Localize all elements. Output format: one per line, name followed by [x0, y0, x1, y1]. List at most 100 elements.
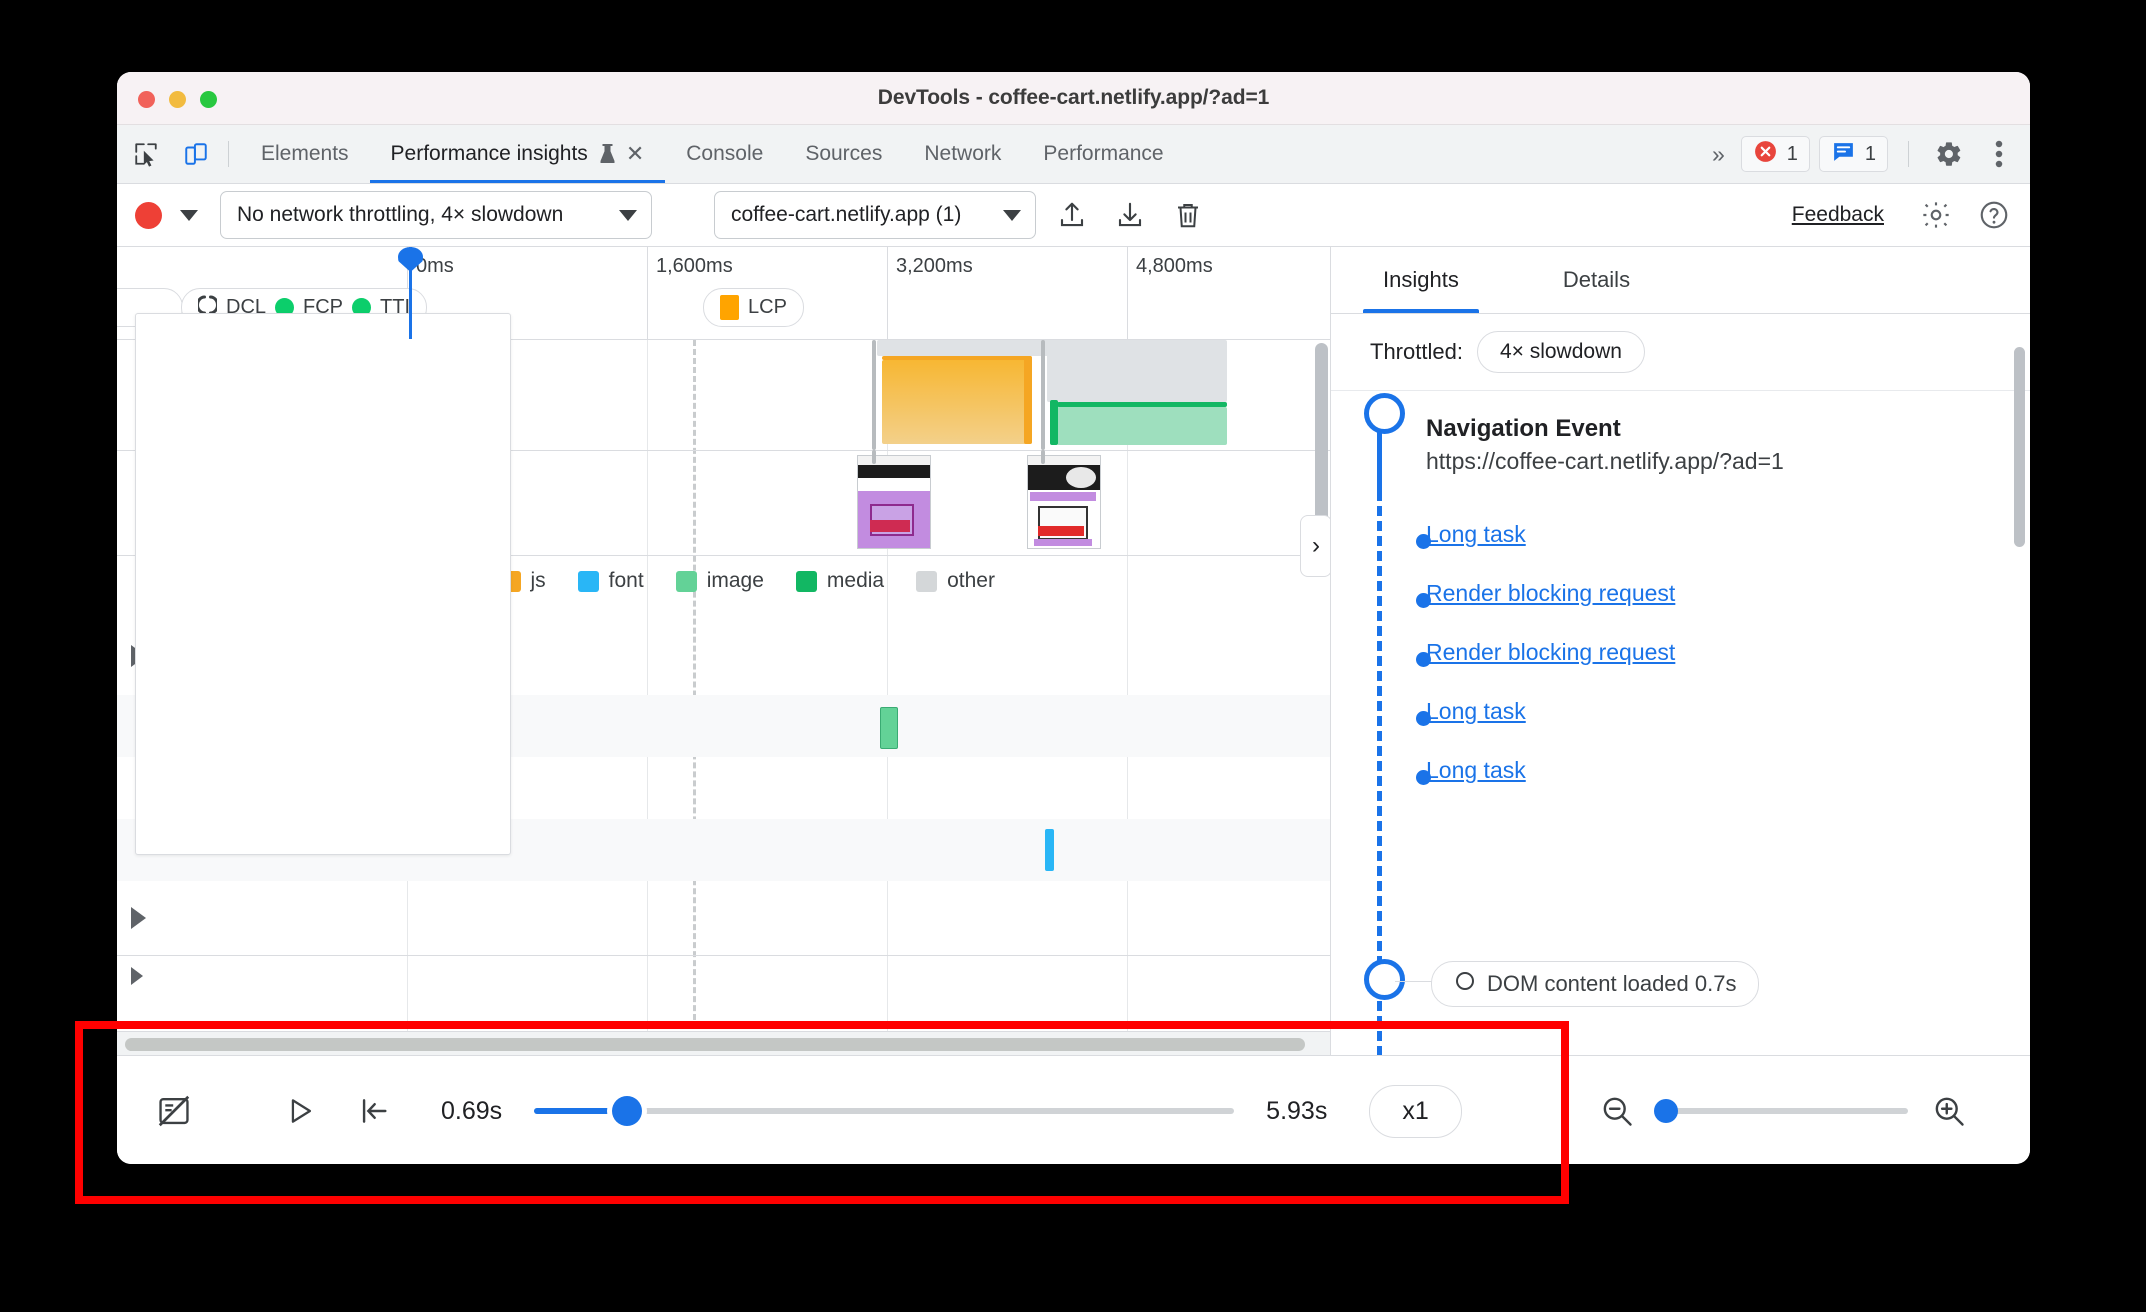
settings-gear-icon[interactable] — [1914, 193, 1958, 237]
legend-label-other: other — [947, 569, 995, 592]
tab-performance-insights[interactable]: Performance insights ✕ — [369, 125, 666, 183]
tab-insights[interactable]: Insights — [1331, 247, 1511, 313]
dom-content-loaded-pill[interactable]: DOM content loaded 0.7s — [1431, 961, 1760, 1007]
info-message-icon — [1831, 139, 1856, 169]
play-button[interactable] — [273, 1084, 327, 1138]
more-tabs-chevron-icon[interactable]: » — [1696, 141, 1741, 168]
screenshot-toggle-icon[interactable] — [147, 1084, 201, 1138]
devtools-window: DevTools - coffee-cart.netlify.app/?ad=1… — [117, 72, 2030, 1164]
experiment-beaker-icon — [598, 143, 615, 165]
insight-link-long-task-2[interactable]: Long task — [1426, 698, 2030, 725]
insights-sidebar: Insights Details Throttled: 4× slowdown … — [1331, 247, 2030, 1055]
reset-to-start-button[interactable] — [347, 1084, 401, 1138]
throttling-select[interactable]: No network throttling, 4× slowdown — [220, 191, 652, 239]
upload-profile-button[interactable] — [1050, 193, 1094, 237]
lcp-square-icon — [720, 295, 739, 320]
timeline-playhead[interactable] — [398, 247, 423, 339]
zoom-in-icon[interactable] — [1922, 1084, 1976, 1138]
event-block-font[interactable] — [1045, 829, 1054, 871]
window-title: DevTools - coffee-cart.netlify.app/?ad=1 — [877, 86, 1270, 109]
marker-label-lcp: LCP — [748, 296, 787, 318]
tab-console[interactable]: Console — [665, 125, 784, 183]
tab-network[interactable]: Network — [903, 125, 1022, 183]
tabbar-right-group: » 1 1 — [1696, 133, 2030, 175]
timeline-tooltip-overlay — [135, 313, 511, 855]
expand-track-icon[interactable] — [131, 967, 143, 985]
navigation-event-title: Navigation Event — [1426, 415, 1621, 442]
performance-toolbar: No network throttling, 4× slowdown coffe… — [117, 184, 2030, 247]
screenshot-root: DevTools - coffee-cart.netlify.app/?ad=1… — [0, 0, 2146, 1312]
tab-insights-label: Insights — [1383, 267, 1459, 292]
insight-link-render-blocking-1[interactable]: Render blocking request — [1426, 580, 2030, 607]
time-range-slider[interactable] — [534, 1084, 1235, 1138]
message-count-badge[interactable]: 1 — [1818, 136, 1888, 172]
download-profile-button[interactable] — [1108, 193, 1152, 237]
record-options-chevron-icon[interactable] — [180, 209, 198, 221]
sidebar-vertical-scrollbar[interactable] — [2014, 347, 2025, 547]
tab-details[interactable]: Details — [1511, 247, 1682, 313]
window-titlebar: DevTools - coffee-cart.netlify.app/?ad=1 — [117, 72, 2030, 125]
timeline-horizontal-scrollbar[interactable] — [117, 1031, 1330, 1055]
tab-elements[interactable]: Elements — [240, 125, 370, 183]
tab-performance[interactable]: Performance — [1022, 125, 1184, 183]
chevron-down-icon — [619, 209, 637, 221]
legend-swatch-other — [916, 570, 938, 592]
devtools-tabbar: Elements Performance insights ✕ Console … — [117, 125, 2030, 184]
ruler-tick-3200: 3,200ms — [896, 255, 973, 277]
track-row-extra — [117, 955, 1330, 1005]
trace-select[interactable]: coffee-cart.netlify.app (1) — [714, 191, 1036, 239]
playback-speed-button[interactable]: x1 — [1369, 1084, 1462, 1138]
legend-label-media: media — [826, 569, 885, 592]
insight-link-long-task-1[interactable]: Long task — [1426, 521, 2030, 548]
zoom-slider-knob[interactable] — [1653, 1099, 1678, 1123]
sidebar-collapse-handle[interactable]: › — [1300, 515, 1330, 577]
toolbar-divider — [228, 141, 229, 167]
filmstrip-thumbnail[interactable] — [857, 455, 931, 549]
zoom-slider-track[interactable] — [1653, 1099, 1908, 1123]
filmstrip-thumbnail[interactable] — [1027, 455, 1101, 549]
legend-label-js: js — [530, 569, 546, 592]
record-button[interactable] — [135, 201, 162, 229]
error-count-badge[interactable]: 1 — [1740, 136, 1810, 172]
tab-performance-label: Performance — [1043, 142, 1164, 165]
start-time-label: 0.69s — [441, 1096, 503, 1125]
tab-sources[interactable]: Sources — [784, 125, 903, 183]
timeline-pane[interactable]: 0ms 1,600ms 3,200ms 4,800ms DCL FCP TTI … — [117, 247, 1331, 1055]
help-icon[interactable] — [1972, 193, 2016, 237]
time-slider-knob[interactable] — [612, 1096, 643, 1126]
navigation-event-url: https://coffee-cart.netlify.app/?ad=1 — [1426, 448, 1784, 474]
tab-performance-insights-label: Performance insights — [390, 142, 588, 165]
marker-pill-lcp[interactable]: LCP — [703, 288, 804, 327]
tab-elements-label: Elements — [261, 142, 349, 165]
playback-control-bar: 0.69s 5.93s x1 — [117, 1055, 2030, 1164]
scrollbar-thumb[interactable] — [125, 1038, 1305, 1051]
insight-link-render-blocking-2[interactable]: Render blocking request — [1426, 639, 2030, 666]
legend-swatch-image — [675, 570, 697, 592]
chevron-down-icon — [1003, 209, 1021, 221]
tab-close-icon[interactable]: ✕ — [626, 141, 644, 167]
error-count-value: 1 — [1786, 142, 1798, 165]
insight-link-long-task-3[interactable]: Long task — [1426, 757, 2030, 784]
zoom-slider[interactable] — [1653, 1084, 1908, 1138]
timeline-vertical-scrollbar[interactable] — [1315, 343, 1328, 523]
inspect-element-icon[interactable] — [125, 133, 167, 175]
tab-console-label: Console — [686, 142, 764, 165]
error-icon — [1753, 139, 1778, 169]
zoom-out-icon[interactable] — [1590, 1084, 1644, 1138]
tab-details-label: Details — [1562, 267, 1631, 292]
secondary-thread-track[interactable] — [117, 881, 1330, 956]
time-slider-track[interactable] — [534, 1096, 1235, 1126]
expand-track-icon[interactable] — [131, 907, 146, 929]
more-options-icon[interactable] — [1978, 133, 2020, 175]
event-block-image[interactable] — [880, 707, 898, 749]
main-split: 0ms 1,600ms 3,200ms 4,800ms DCL FCP TTI … — [117, 247, 2030, 1055]
legend-label-image: image — [706, 569, 764, 592]
ruler-tick-4800: 4,800ms — [1136, 255, 1213, 277]
throttling-value: No network throttling, 4× slowdown — [237, 203, 564, 226]
feedback-link[interactable]: Feedback — [1792, 203, 1884, 227]
legend-swatch-media — [795, 570, 817, 592]
gear-icon[interactable] — [1928, 133, 1970, 175]
legend-label-font: font — [608, 569, 644, 592]
device-toolbar-icon[interactable] — [175, 133, 217, 175]
delete-recording-button[interactable] — [1166, 193, 1210, 237]
